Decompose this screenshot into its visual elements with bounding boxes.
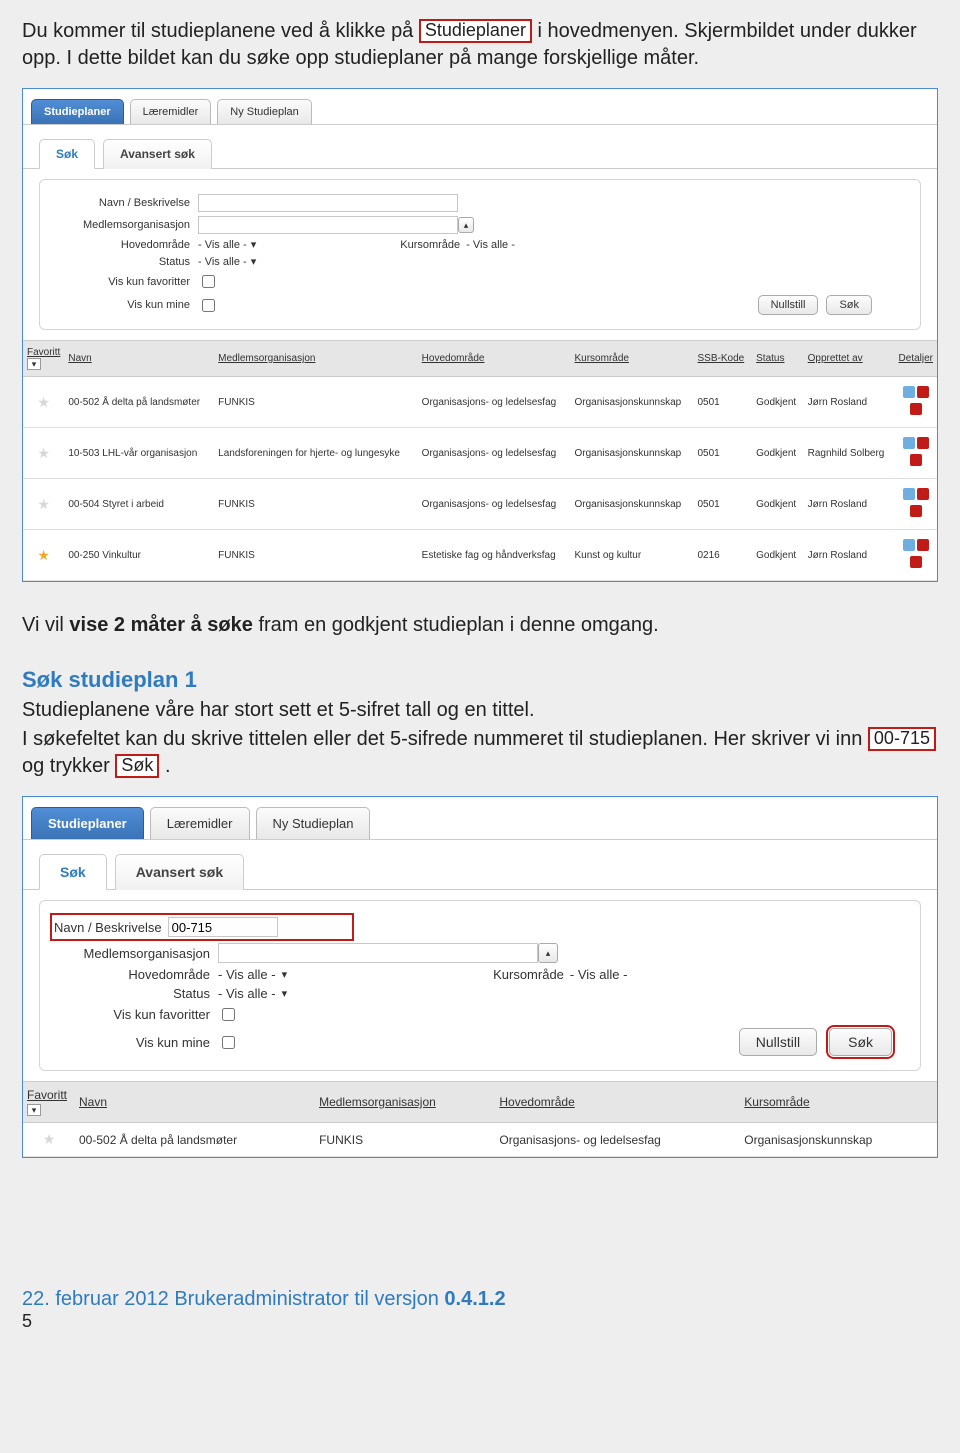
studieplaner-highlight-box: Studieplaner (419, 19, 532, 43)
edit-icon[interactable] (903, 386, 915, 398)
box-sok-inline: Søk (115, 754, 159, 778)
mid-p2: Studieplanene våre har stort sett et 5-s… (22, 697, 938, 724)
medlem-input[interactable] (198, 216, 458, 234)
tab-ny-studieplan[interactable]: Ny Studieplan (217, 99, 312, 124)
edit-icon[interactable] (903, 437, 915, 449)
label-medlem-2: Medlemsorganisasjon (48, 946, 218, 961)
label-navn: Navn / Beskrivelse (48, 197, 198, 209)
copy-icon[interactable] (910, 454, 922, 466)
table-row[interactable]: ★00-250 VinkulturFUNKISEstetiske fag og … (23, 530, 937, 581)
nullstill-button-2[interactable]: Nullstill (739, 1028, 817, 1056)
copy-icon[interactable] (910, 505, 922, 517)
tab-ny-studieplan-2[interactable]: Ny Studieplan (256, 807, 371, 839)
mid-p1: Vi vil vise 2 måter å søke fram en godkj… (22, 612, 938, 639)
label-medlem: Medlemsorganisasjon (48, 219, 198, 231)
status-select-2[interactable]: - Vis alle - (218, 986, 276, 1001)
star-icon[interactable]: ★ (37, 547, 50, 563)
col-status[interactable]: Status (752, 341, 804, 377)
hoved-select[interactable]: - Vis alle - (198, 239, 247, 251)
pdf-icon[interactable] (917, 437, 929, 449)
label-navn-2: Navn / Beskrivelse (54, 920, 168, 935)
table-row[interactable]: ★ 00-502 Å delta på landsmøter FUNKIS Or… (23, 1123, 937, 1157)
fav-sort-icon-2[interactable]: ▾ (27, 1104, 41, 1116)
heading-sok-studieplan-1: Søk studieplan 1 (22, 667, 938, 693)
subtab-sok-2[interactable]: Søk (39, 854, 107, 890)
label-mine: Vis kun mine (48, 299, 198, 311)
col-favoritt-2[interactable]: Favoritt (27, 1088, 67, 1102)
tab-studieplaner[interactable]: Studieplaner (31, 99, 124, 124)
star-icon[interactable]: ★ (37, 496, 50, 512)
results-table-2: Favoritt ▾ Navn Medlemsorganisasjon Hoved… (23, 1081, 937, 1157)
copy-icon[interactable] (910, 403, 922, 415)
label-fav: Vis kun favoritter (48, 276, 198, 288)
star-icon[interactable]: ★ (37, 445, 50, 461)
subtab-avansert-sok[interactable]: Avansert søk (103, 139, 212, 169)
box-00-715: 00-715 (868, 727, 936, 751)
tab-laeremidler-2[interactable]: Læremidler (150, 807, 250, 839)
medlem-picker-icon-2[interactable]: ▴ (538, 943, 558, 963)
subtab-avansert-sok-2[interactable]: Avansert søk (115, 854, 244, 890)
kursom-select[interactable]: - Vis alle - (466, 239, 515, 251)
pdf-icon[interactable] (917, 386, 929, 398)
col-favoritt[interactable]: Favoritt (27, 347, 60, 358)
col-opprettet[interactable]: Opprettet av (804, 341, 895, 377)
subtab-sok[interactable]: Søk (39, 139, 95, 169)
nullstill-button[interactable]: Nullstill (758, 295, 819, 315)
page-number: 5 (22, 1311, 938, 1332)
medlem-input-2[interactable] (218, 943, 538, 963)
fav-checkbox-2[interactable] (222, 1008, 235, 1021)
fav-sort-icon[interactable]: ▾ (27, 358, 41, 370)
col-hoved[interactable]: Hovedområde (418, 341, 571, 377)
status-select[interactable]: - Vis alle - (198, 256, 247, 268)
footer-line: 22. februar 2012 Brukeradministrator til… (22, 1288, 938, 1311)
edit-icon[interactable] (903, 488, 915, 500)
navn-input-2[interactable] (168, 917, 278, 937)
kursom-select-2[interactable]: - Vis alle - (570, 967, 628, 982)
screenshot-2: Studieplaner Læremidler Ny Studieplan Sø… (22, 796, 938, 1158)
mine-checkbox[interactable] (202, 299, 215, 312)
screenshot-1: Studieplaner Læremidler Ny Studieplan Sø… (22, 88, 938, 582)
col-kurs-2[interactable]: Kursområde (740, 1082, 937, 1123)
label-hoved-2: Hovedområde (48, 967, 218, 982)
mine-checkbox-2[interactable] (222, 1036, 235, 1049)
pdf-icon[interactable] (917, 539, 929, 551)
hoved-select-2[interactable]: - Vis alle - (218, 967, 276, 982)
col-medlem-2[interactable]: Medlemsorganisasjon (315, 1082, 495, 1123)
medlem-picker-icon[interactable]: ▴ (458, 217, 474, 233)
results-table-1: Favoritt▾ Navn Medlemsorganisasjon Hoved… (23, 340, 937, 581)
copy-icon[interactable] (910, 556, 922, 568)
star-icon[interactable]: ★ (37, 394, 50, 410)
navn-input[interactable] (198, 194, 458, 212)
fav-checkbox[interactable] (202, 275, 215, 288)
col-medlem[interactable]: Medlemsorganisasjon (214, 341, 418, 377)
tab-laeremidler[interactable]: Læremidler (130, 99, 212, 124)
label-status: Status (48, 256, 198, 268)
tab-studieplaner-2[interactable]: Studieplaner (31, 807, 144, 839)
label-hoved: Hovedområde (48, 239, 198, 251)
mid-p3: I søkefeltet kan du skrive tittelen elle… (22, 726, 938, 780)
col-hoved-2[interactable]: Hovedområde (495, 1082, 740, 1123)
edit-icon[interactable] (903, 539, 915, 551)
pdf-icon[interactable] (917, 488, 929, 500)
label-mine-2: Vis kun mine (48, 1035, 218, 1050)
table-row[interactable]: ★00-504 Styret i arbeidFUNKISOrganisasjo… (23, 479, 937, 530)
sok-button[interactable]: Søk (826, 295, 872, 315)
table-row[interactable]: ★00-502 Å delta på landsmøterFUNKISOrgan… (23, 377, 937, 428)
col-ssb[interactable]: SSB-Kode (694, 341, 753, 377)
label-status-2: Status (48, 986, 218, 1001)
star-icon[interactable]: ★ (43, 1131, 56, 1147)
label-kursom: Kursområde (400, 239, 460, 251)
col-navn-2[interactable]: Navn (75, 1082, 315, 1123)
label-fav-2: Vis kun favoritter (48, 1007, 218, 1022)
label-kursom-2: Kursområde (493, 967, 564, 982)
col-kurs[interactable]: Kursområde (570, 341, 693, 377)
col-navn[interactable]: Navn (64, 341, 214, 377)
sok-button-2[interactable]: Søk (829, 1028, 892, 1056)
col-detaljer: Detaljer (895, 341, 937, 377)
table-row[interactable]: ★10-503 LHL-vår organisasjonLandsforenin… (23, 428, 937, 479)
intro-paragraph: Du kommer til studieplanene ved å klikke… (22, 18, 938, 72)
intro-t1a: Du kommer til studieplanene ved å klikke… (22, 20, 413, 42)
